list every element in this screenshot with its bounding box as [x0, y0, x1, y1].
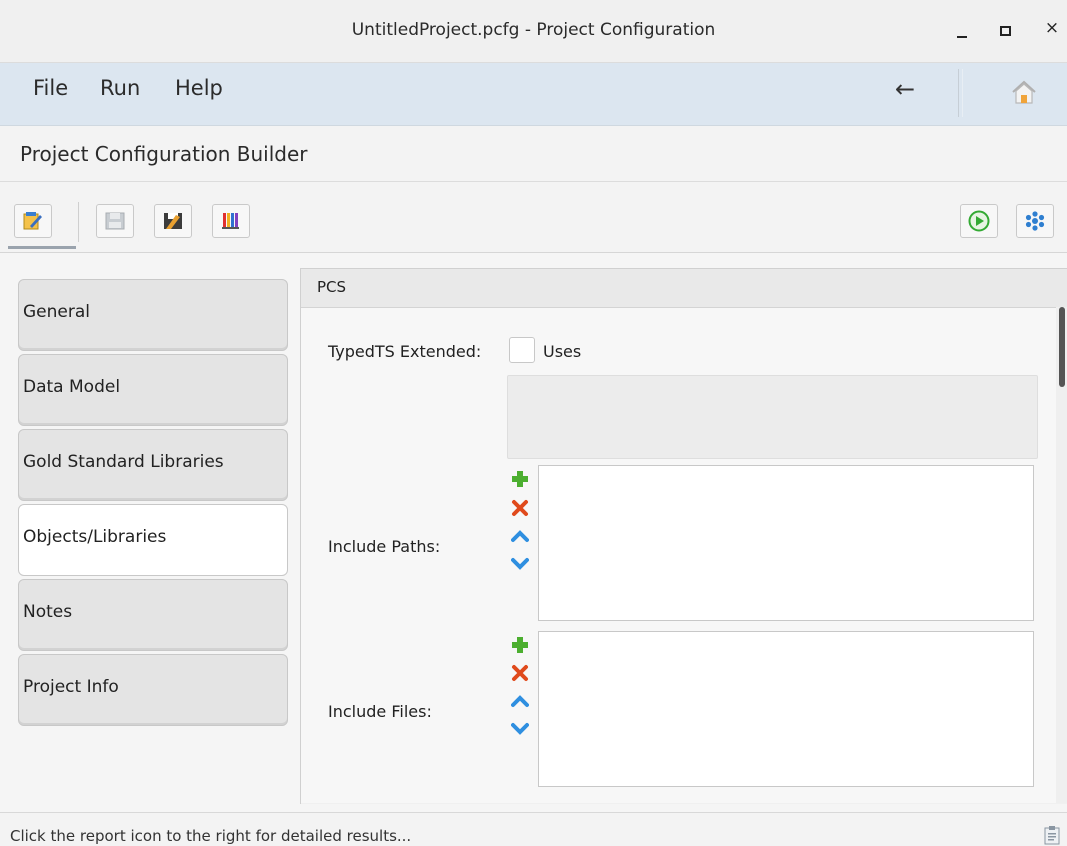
maximize-icon [1000, 26, 1011, 36]
library-button[interactable] [212, 204, 250, 238]
library-icon [222, 213, 239, 229]
move-down-icon[interactable] [511, 555, 529, 573]
remove-icon[interactable] [511, 499, 529, 517]
minimize-icon [957, 36, 967, 38]
status-bar: Click the report icon to the right for d… [0, 812, 1067, 846]
tab-objects-libraries[interactable]: Objects/Libraries [18, 504, 288, 576]
menu-run[interactable]: Run [100, 76, 140, 100]
tab-gold-standard-libraries[interactable]: Gold Standard Libraries [18, 429, 288, 501]
scrollbar-thumb[interactable] [1059, 307, 1065, 387]
save-as-icon [164, 213, 182, 229]
maximize-button[interactable] [993, 18, 1017, 42]
toolbar-separator [78, 202, 79, 242]
tab-label: Gold Standard Libraries [23, 452, 224, 472]
menu-bar: File Run Help ← [0, 63, 1067, 126]
back-arrow-icon[interactable]: ← [895, 75, 915, 103]
tab-label: Objects/Libraries [23, 527, 167, 547]
toolbar-active-indicator [8, 246, 76, 249]
menu-separator [958, 69, 959, 117]
panel-title: PCS [317, 278, 347, 296]
menu-help[interactable]: Help [175, 76, 223, 100]
home-icon[interactable] [1010, 79, 1038, 105]
minimize-button[interactable] [950, 18, 974, 42]
tab-notes[interactable]: Notes [18, 579, 288, 651]
move-up-icon[interactable] [511, 692, 529, 710]
run-button[interactable] [960, 204, 998, 238]
tab-label: General [23, 302, 90, 322]
report-icon[interactable] [1044, 825, 1060, 845]
vertical-scrollbar[interactable] [1056, 307, 1067, 803]
typedts-options-area [507, 375, 1038, 459]
status-message: Click the report icon to the right for d… [10, 827, 412, 845]
include-files-list[interactable] [538, 631, 1034, 787]
typedts-uses-label: Uses [543, 342, 582, 361]
tab-label: Notes [23, 602, 73, 622]
typedts-uses-checkbox[interactable] [509, 337, 535, 363]
tab-label: Project Info [23, 677, 119, 697]
title-bar: UntitledProject.pcfg - Project Configura… [0, 0, 1067, 63]
settings-button[interactable] [1016, 204, 1054, 238]
save-button[interactable] [96, 204, 134, 238]
typedts-label: TypedTS Extended: [328, 342, 482, 361]
include-paths-list[interactable] [538, 465, 1034, 621]
tab-general[interactable]: General [18, 279, 288, 351]
move-up-icon[interactable] [511, 527, 529, 545]
tab-project-info[interactable]: Project Info [18, 654, 288, 726]
save-icon [105, 212, 125, 230]
tab-data-model[interactable]: Data Model [18, 354, 288, 426]
remove-icon[interactable] [511, 664, 529, 682]
toolbar [0, 182, 1067, 253]
include-files-label: Include Files: [328, 702, 432, 721]
edit-icon [23, 212, 42, 230]
add-icon[interactable] [511, 636, 529, 654]
add-icon[interactable] [511, 470, 529, 488]
tab-label: Data Model [23, 377, 121, 397]
panel-header: PCS [301, 269, 1067, 308]
menu-file[interactable]: File [33, 76, 68, 100]
save-as-button[interactable] [154, 204, 192, 238]
page-header: Project Configuration Builder [0, 126, 1067, 182]
include-paths-label: Include Paths: [328, 537, 441, 556]
move-down-icon[interactable] [511, 720, 529, 738]
close-button[interactable]: × [1040, 18, 1064, 42]
settings-icon [1025, 211, 1045, 231]
page-title: Project Configuration Builder [20, 142, 308, 166]
run-icon [968, 210, 990, 232]
edit-button[interactable] [14, 204, 52, 238]
window-title: UntitledProject.pcfg - Project Configura… [351, 20, 716, 40]
